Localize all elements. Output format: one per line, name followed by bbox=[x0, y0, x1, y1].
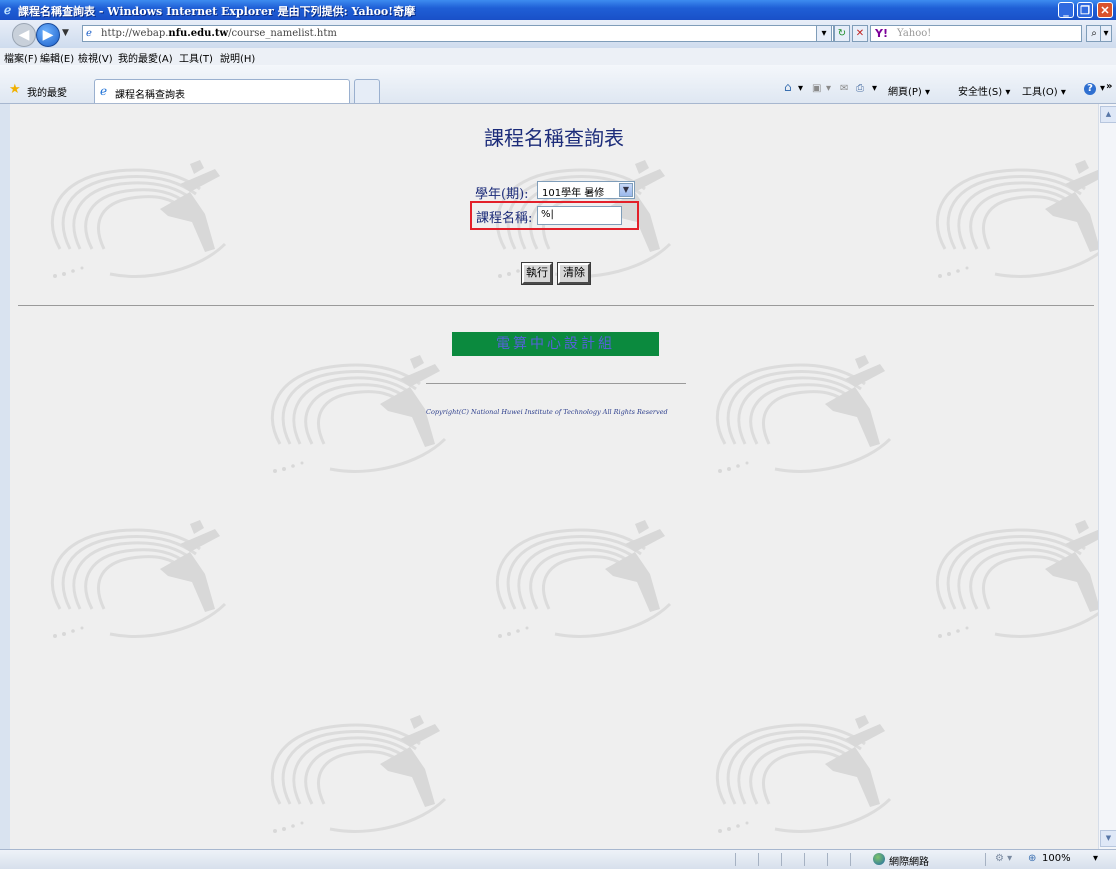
security-zone-label: 網際網路 bbox=[889, 857, 929, 868]
refresh-button[interactable]: ↻ bbox=[834, 25, 850, 42]
feeds-icon[interactable]: ▣ bbox=[812, 83, 821, 94]
feeds-dropdown-icon[interactable]: ▾ bbox=[826, 83, 831, 94]
menu-edit[interactable]: 編輯(E) bbox=[40, 50, 74, 65]
home-dropdown-icon[interactable]: ▾ bbox=[798, 83, 803, 94]
status-separator bbox=[985, 853, 986, 866]
status-separator bbox=[735, 853, 736, 866]
yahoo-logo-icon: Y! bbox=[875, 27, 888, 40]
tab-label: 課程名稱查詢表 bbox=[115, 90, 185, 101]
ie-tab-icon: ℯ bbox=[100, 84, 108, 98]
chevron-down-icon[interactable]: ▼ bbox=[619, 183, 633, 197]
navigation-bar: ◀ ▶ ▼ ℯ http://webap.nfu.edu.tw/course_n… bbox=[0, 20, 1116, 49]
back-button[interactable]: ◀ bbox=[12, 23, 36, 47]
new-tab-button[interactable] bbox=[354, 79, 380, 103]
help-dropdown-icon[interactable]: ▾ bbox=[1100, 83, 1105, 94]
tab-course-query[interactable]: ℯ 課程名稱查詢表 bbox=[94, 79, 350, 103]
status-separator bbox=[758, 853, 759, 866]
menu-help[interactable]: 說明(H) bbox=[220, 50, 255, 65]
computer-center-banner: 電算中心設計組 bbox=[452, 332, 659, 356]
favorites-bar: ★ 我的最愛 ℯ 課程名稱查詢表 ⌂ ▾ ▣ ▾ ✉ ⎙ ▾ 網頁(P) ▾ 安… bbox=[0, 65, 1116, 104]
status-separator bbox=[827, 853, 828, 866]
status-separator bbox=[804, 853, 805, 866]
menu-tools[interactable]: 工具(T) bbox=[179, 50, 213, 65]
stop-button[interactable]: ✕ bbox=[852, 25, 868, 42]
favorites-star-icon[interactable]: ★ bbox=[9, 82, 21, 97]
zoom-dropdown-icon[interactable]: ▾ bbox=[1093, 853, 1098, 864]
address-url: http://webap.nfu.edu.tw/course_namelist.… bbox=[101, 28, 337, 39]
search-options-button[interactable]: ▾ bbox=[1100, 25, 1112, 42]
home-icon[interactable]: ⌂ bbox=[784, 80, 792, 94]
clear-button[interactable]: 清除 bbox=[557, 262, 591, 285]
print-dropdown-icon[interactable]: ▾ bbox=[872, 83, 877, 94]
vertical-scrollbar[interactable]: ▲ ▼ bbox=[1098, 104, 1116, 849]
menu-file[interactable]: 檔案(F) bbox=[4, 50, 38, 65]
window-title: 課程名稱查詢表 - Windows Internet Explorer 是由下列… bbox=[18, 5, 416, 18]
term-label: 學年(期): bbox=[475, 187, 529, 202]
divider bbox=[18, 305, 1094, 306]
forward-button[interactable]: ▶ bbox=[36, 23, 60, 47]
help-icon[interactable]: ? bbox=[1084, 83, 1096, 95]
toolbar-overflow-icon[interactable]: » bbox=[1106, 81, 1112, 92]
copyright-text: Copyright(C) National Huwei Institute of… bbox=[426, 408, 668, 416]
scroll-up-icon[interactable]: ▲ bbox=[1100, 106, 1116, 123]
history-dropdown-icon[interactable]: ▼ bbox=[62, 28, 69, 38]
course-name-input[interactable]: %| bbox=[537, 206, 622, 225]
footer-divider bbox=[426, 383, 686, 384]
minimize-button[interactable]: _ bbox=[1058, 2, 1074, 18]
favorites-label[interactable]: 我的最愛 bbox=[27, 84, 67, 99]
execute-button[interactable]: 執行 bbox=[521, 262, 553, 285]
course-name-label: 課程名稱: bbox=[476, 211, 533, 226]
zoom-level[interactable]: 100% bbox=[1042, 853, 1071, 864]
window-title-bar: ℯ 課程名稱查詢表 - Windows Internet Explorer 是由… bbox=[0, 0, 1116, 20]
close-window-button[interactable]: ✕ bbox=[1097, 2, 1113, 18]
menu-favorites[interactable]: 我的最愛(A) bbox=[118, 50, 173, 65]
ie-logo-icon: ℯ bbox=[4, 3, 12, 17]
status-bar: 網際網路 ⚙ ▾ ⊕ 100% ▾ bbox=[0, 849, 1116, 869]
menu-bar: 檔案(F) 編輯(E) 檢視(V) 我的最愛(A) 工具(T) 說明(H) bbox=[0, 48, 1116, 66]
search-placeholder: Yahoo! bbox=[897, 28, 932, 39]
term-select-value: 101學年 暑修 bbox=[542, 188, 605, 199]
zoom-icon[interactable]: ⊕ bbox=[1028, 853, 1036, 864]
address-bar[interactable]: ℯ http://webap.nfu.edu.tw/course_namelis… bbox=[82, 25, 834, 42]
page-icon: ℯ bbox=[86, 28, 92, 39]
status-separator bbox=[850, 853, 851, 866]
search-box[interactable]: Y! Yahoo! bbox=[870, 25, 1082, 42]
status-separator bbox=[781, 853, 782, 866]
maximize-button[interactable]: ❐ bbox=[1077, 2, 1093, 18]
scroll-down-icon[interactable]: ▼ bbox=[1100, 830, 1116, 847]
page-menu[interactable]: 網頁(P) ▾ bbox=[888, 83, 930, 98]
address-dropdown-button[interactable]: ▾ bbox=[816, 25, 832, 42]
page-content: 課程名稱查詢表 學年(期): 101學年 暑修 ▼ 課程名稱: %| 執行 清除… bbox=[10, 104, 1098, 849]
internet-zone-icon bbox=[873, 853, 885, 865]
mail-icon[interactable]: ✉ bbox=[840, 83, 848, 94]
tools-menu[interactable]: 工具(O) ▾ bbox=[1022, 83, 1066, 98]
safety-menu[interactable]: 安全性(S) ▾ bbox=[958, 83, 1010, 98]
page-title: 課程名稱查詢表 bbox=[484, 126, 624, 150]
print-icon[interactable]: ⎙ bbox=[856, 83, 864, 94]
menu-view[interactable]: 檢視(V) bbox=[78, 50, 113, 65]
protected-mode-icon[interactable]: ⚙ ▾ bbox=[995, 853, 1012, 864]
term-select[interactable]: 101學年 暑修 ▼ bbox=[537, 181, 635, 199]
